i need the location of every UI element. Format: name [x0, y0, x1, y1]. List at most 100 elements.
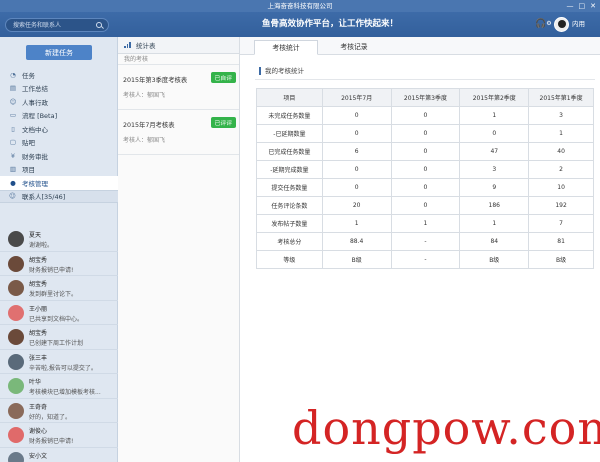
contact-message: 发到群里讨论下。 — [29, 291, 78, 298]
table-cell: 40 — [528, 142, 594, 161]
table-cell: 0 — [459, 124, 530, 143]
contact-item[interactable]: 胡宝秀 已创建下周工作计划 — [0, 325, 118, 350]
avatar — [8, 353, 24, 370]
left-sidebar: 新建任务 ◔ 任务 ▤ 工作总结 ☺ 人事行政 ▭ 流程 [Beta] ▯ 文档中心 ▢ 贴… — [0, 37, 118, 462]
table-cell: 0 — [321, 160, 392, 179]
nav-item-summary[interactable]: ▤ 工作总结 — [0, 82, 118, 96]
contacts-icon: ☺ — [9, 192, 16, 200]
tab-bar: 考核统计 考核记录 — [240, 37, 600, 55]
table-cell: 0 — [390, 160, 461, 179]
user-avatar[interactable] — [554, 17, 569, 32]
section-title: 我的考核统计 — [259, 67, 304, 75]
table-row: 考核总分 88.4-84 81 — [256, 232, 594, 251]
nav-item-label: 文档中心 — [22, 125, 48, 134]
tab-assessment-stats[interactable]: 考核统计 — [254, 40, 318, 55]
table-cell: 0 — [321, 106, 392, 125]
nav-item-documents[interactable]: ▯ 文档中心 — [0, 122, 118, 136]
contact-item[interactable]: 胡宝秀 发到群里讨论下。 — [0, 276, 118, 301]
nav-item-label: 人事行政 — [22, 98, 48, 107]
user-name[interactable]: 内用 — [572, 12, 585, 37]
row-header-cell: -延期完成数量 — [256, 160, 323, 179]
row-header-cell: 提交任务数量 — [256, 178, 323, 197]
column-header: 2015年7月 — [321, 88, 392, 107]
main-nav: ◔ 任务 ▤ 工作总结 ☺ 人事行政 ▭ 流程 [Beta] ▯ 文档中心 ▢ 贴吧 ¥ 财务… — [0, 68, 118, 203]
table-cell: 0 — [321, 124, 392, 143]
contact-message: 财务报销已申请! — [29, 266, 74, 274]
table-cell: 6 — [321, 142, 392, 161]
new-task-button[interactable]: 新建任务 — [26, 45, 92, 60]
table-cell: 81 — [528, 232, 594, 251]
nav-item-hr[interactable]: ☺ 人事行政 — [0, 95, 118, 109]
row-header-cell: 发布帖子数量 — [256, 214, 323, 233]
avatar — [8, 402, 24, 419]
contact-message: 已共享到文档中心。 — [29, 315, 84, 323]
contacts-header[interactable]: ☺ 联系人[35/46] — [0, 189, 118, 203]
table-row: 任务评论条数 20 0 186 192 — [256, 196, 594, 215]
bar-chart-icon — [124, 42, 131, 48]
avatar — [8, 451, 24, 462]
forum-icon: ▢ — [9, 138, 17, 147]
avatar — [8, 329, 24, 345]
column-header: 2015年第1季度 — [528, 88, 594, 107]
table-cell: 20 — [321, 196, 392, 215]
contact-name: 胡宝秀 — [29, 330, 48, 337]
nav-item-finance[interactable]: ¥ 财务审批 — [0, 149, 118, 163]
contact-item[interactable]: 王小丽 已共享到文档中心。 — [0, 301, 118, 325]
table-cell: - — [390, 232, 461, 251]
table-cell: 47 — [459, 142, 530, 161]
assessment-item[interactable]: 2015年第3季度考核表 考核人：郁国飞 已自评 — [118, 65, 239, 110]
assessment-assessor: 考核人：郁国飞 — [123, 137, 166, 144]
task-icon: ◔ — [10, 70, 16, 79]
close-icon[interactable]: ✕ — [590, 0, 596, 12]
contact-message: 好的，知道了。 — [29, 413, 72, 421]
table-row: 等级 B级 - B级 B级 — [256, 250, 594, 269]
contact-name: 胡宝秀 — [29, 256, 48, 264]
table-cell: 1 — [321, 214, 392, 233]
assessment-title: 2015年第3季度考核表 — [123, 77, 188, 84]
nav-item-forum[interactable]: ▢ 贴吧 — [0, 136, 118, 150]
header-slogan: 鱼骨高效协作平台，让工作快起来！ — [261, 19, 398, 29]
nav-item-flow[interactable]: ▭ 流程 [Beta] — [0, 109, 118, 123]
nav-item-label: 工作总结 — [22, 85, 48, 94]
nav-item-assessment[interactable]: ● 考核管理 — [0, 176, 118, 190]
table-cell: 0 — [390, 106, 461, 125]
contact-item[interactable]: 安小文 — [0, 448, 118, 462]
main-content: 考核统计 考核记录 我的考核统计 项目 2015年7月 2015年第3季度 20… — [240, 37, 600, 462]
search-box[interactable] — [5, 18, 109, 32]
table-cell: B级 — [528, 250, 594, 269]
contact-name: 张三丰 — [29, 354, 48, 362]
status-badge: 已评评 — [210, 117, 236, 128]
table-cell: 3 — [459, 160, 530, 179]
contact-item[interactable]: 夏天 谢谢啦。 — [0, 227, 118, 252]
nav-item-project[interactable]: ▥ 项目 — [0, 163, 118, 177]
search-input[interactable] — [13, 20, 95, 30]
table-cell: 1 — [528, 124, 594, 143]
contact-name: 王奇奇 — [29, 403, 48, 411]
table-cell: 0 — [321, 178, 392, 197]
contact-item[interactable]: 叶华 考核模块已增加模板考核... — [0, 374, 118, 399]
contact-item[interactable]: 谢俊心 财务报销已申请! — [0, 423, 118, 448]
window-title-bar: 上海奋奋科技有限公司 — □ ✕ — [0, 0, 600, 12]
contact-item[interactable]: 胡宝秀财务报销已申请! — [0, 252, 118, 276]
avatar — [8, 231, 24, 247]
search-icon[interactable] — [96, 22, 102, 28]
tab-statistics[interactable]: 统计表 — [118, 37, 239, 54]
contact-message: 辛苦啦,报告可以提交了。 — [29, 364, 97, 372]
table-cell: 10 — [528, 178, 594, 197]
row-header-cell: 考核总分 — [256, 232, 323, 251]
contact-item[interactable]: 王奇奇好的，知道了。 — [0, 399, 118, 423]
assessment-icon: ● — [10, 178, 16, 187]
contact-name: 叶华 — [29, 379, 42, 386]
app-header: 鱼骨高效协作平台，让工作快起来！ 🎧 ⚙ 内用 — [0, 12, 600, 37]
avatar — [8, 427, 24, 443]
nav-item-task[interactable]: ◔ 任务 — [0, 68, 118, 82]
assessment-item[interactable]: 2015年7月考核表 考核人：郁国飞 已评评 — [118, 110, 239, 155]
table-row: -延期完成数量 0 0 3 2 — [256, 160, 594, 179]
contact-item[interactable]: 张三丰辛苦啦,报告可以提交了。 — [0, 350, 118, 374]
minimize-icon[interactable]: — — [567, 0, 574, 12]
flow-icon: ▭ — [9, 111, 17, 120]
contact-name: 谢俊心 — [29, 428, 48, 435]
maximize-icon[interactable]: □ — [579, 0, 586, 12]
tab-assessment-records[interactable]: 考核记录 — [326, 40, 382, 55]
window-controls: — □ ✕ — [567, 0, 597, 12]
